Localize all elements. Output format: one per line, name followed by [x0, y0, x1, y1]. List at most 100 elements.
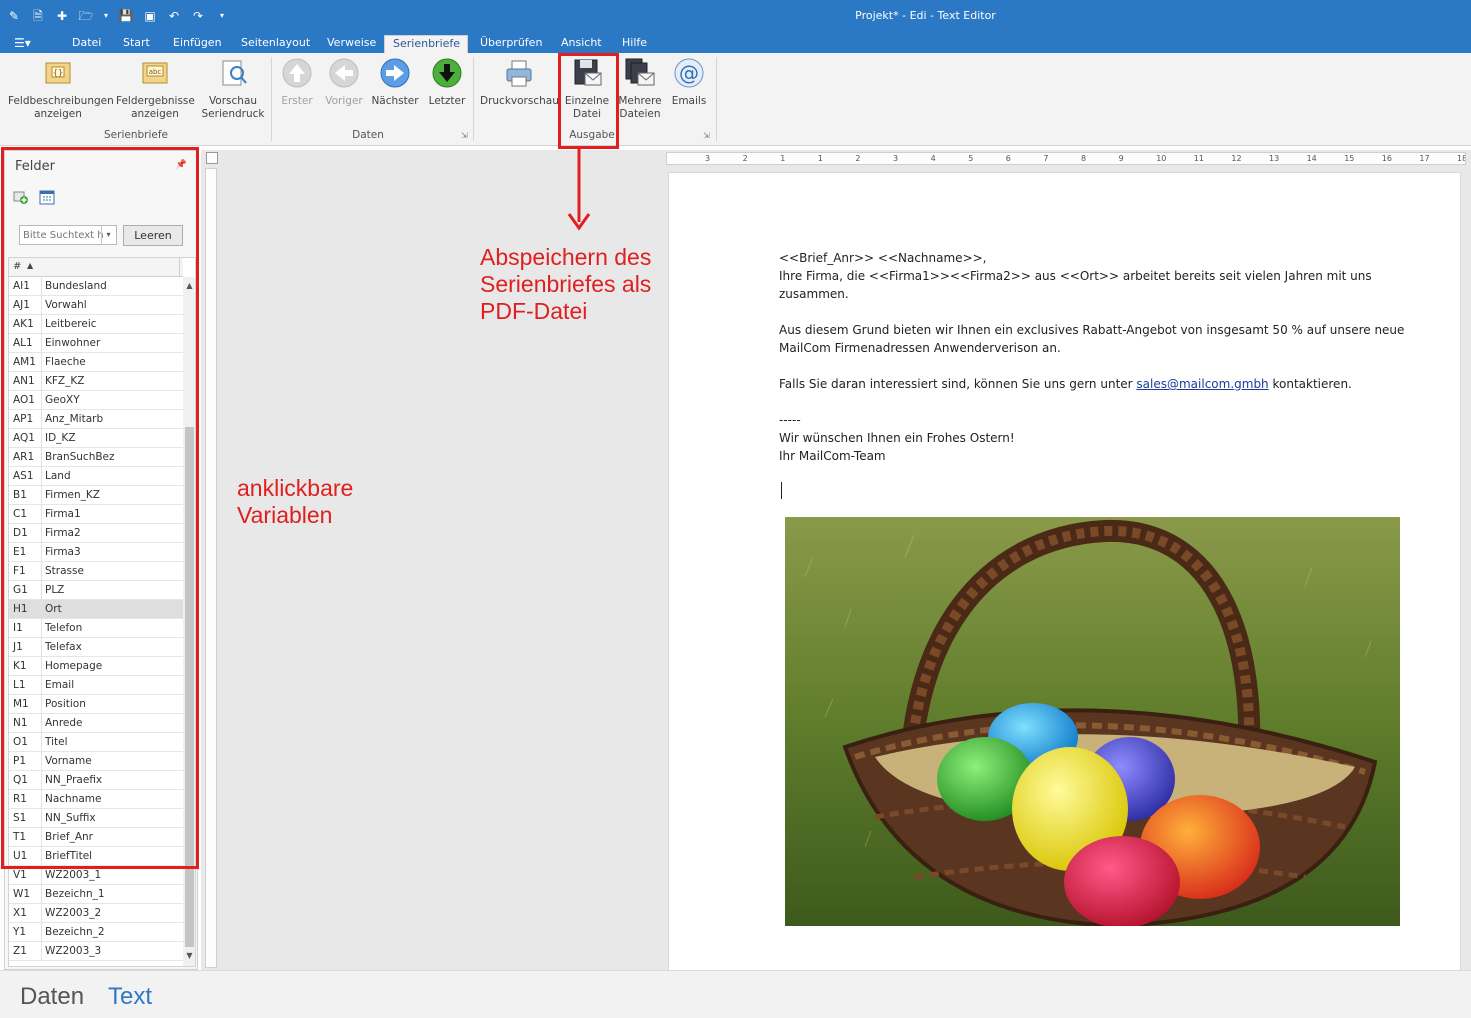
- horizontal-ruler[interactable]: 321123456789101112131415161718: [666, 152, 1466, 165]
- doc-line: Ihre Firma, die <<Firma1>><<Firma2>> aus…: [779, 269, 1372, 283]
- tab-ansicht[interactable]: Ansicht: [553, 35, 610, 53]
- ruler-number: 2: [742, 154, 748, 163]
- scroll-down-icon[interactable]: ▼: [183, 949, 195, 963]
- field-name: WZ2003_1: [45, 869, 102, 881]
- field-code: X1: [13, 907, 27, 919]
- next-record-button[interactable]: Nächster: [370, 57, 420, 108]
- field-code: V1: [13, 869, 27, 881]
- email-link[interactable]: sales@mailcom.gmbh: [1136, 377, 1268, 391]
- doc-line: Wir wünschen Ihnen ein Frohes Ostern!: [779, 431, 1015, 445]
- view-tab-daten[interactable]: Daten: [20, 983, 84, 1011]
- first-record-button[interactable]: Erster: [278, 57, 316, 108]
- field-results-button[interactable]: abc Feldergebnisse anzeigen: [116, 57, 195, 121]
- annotation-arrow-icon: [567, 148, 591, 231]
- field-name: Bezeichn_2: [45, 926, 105, 938]
- field-name: Bezeichn_1: [45, 888, 105, 900]
- dialog-launcher-icon[interactable]: ⇲: [703, 131, 710, 140]
- ruler-number: 3: [705, 154, 711, 163]
- svg-text:{}: {}: [53, 68, 63, 77]
- merge-preview-button[interactable]: Vorschau Seriendruck: [200, 57, 266, 121]
- ruler-number: 12: [1231, 154, 1242, 163]
- field-row[interactable]: X1 WZ2003_2: [9, 904, 183, 923]
- document-text[interactable]: <<Brief_Anr>> <<Nachname>>, Ihre Firma, …: [779, 249, 1419, 465]
- tab-datei[interactable]: Datei: [64, 35, 109, 53]
- bottom-view-switcher: Daten Text: [0, 970, 1471, 1018]
- field-row[interactable]: W1 Bezeichn_1: [9, 885, 183, 904]
- doc-line: zusammen.: [779, 287, 849, 301]
- ruler-number: 6: [1005, 154, 1011, 163]
- field-row[interactable]: Y1 Bezeichn_2: [9, 923, 183, 942]
- ruler-number: 4: [930, 154, 936, 163]
- group-label-serienbriefe: Serienbriefe: [104, 129, 168, 141]
- field-name: WZ2003_3: [45, 945, 102, 957]
- column-divider: [41, 904, 42, 923]
- arrow-left-icon: [329, 58, 359, 88]
- tab-verweise[interactable]: Verweise: [319, 35, 384, 53]
- field-descriptions-icon: {}: [45, 62, 71, 84]
- previous-record-button[interactable]: Voriger: [324, 57, 364, 108]
- ribbon-tabs: ☰▾ Datei Start Einfügen Seitenlayout Ver…: [0, 33, 1471, 53]
- doc-line: MailCom Firmenadressen Anwenderverison a…: [779, 341, 1061, 355]
- dialog-launcher-icon[interactable]: ⇲: [461, 131, 468, 140]
- svg-text:abc: abc: [149, 68, 162, 76]
- svg-text:@: @: [679, 61, 699, 85]
- title-bar: ✎ 🗎 ✚ 🗁 ▾ 💾 ▣ ↶ ↷ ▾ Projekt* - Edi - Tex…: [0, 0, 1471, 33]
- doc-line: -----: [779, 413, 801, 427]
- ruler-corner[interactable]: [206, 152, 218, 164]
- ruler-number: 8: [1081, 154, 1087, 163]
- tab-ueberpruefen[interactable]: Überprüfen: [472, 35, 550, 53]
- printer-icon: [506, 60, 532, 87]
- arrow-down-icon: [432, 58, 462, 88]
- doc-line: Falls Sie daran interessiert sind, könne…: [779, 377, 1352, 391]
- ruler-number: 13: [1269, 154, 1280, 163]
- field-row[interactable]: Z1 WZ2003_3: [9, 942, 183, 961]
- ruler-number: 10: [1156, 154, 1167, 163]
- tab-start[interactable]: Start: [115, 35, 158, 53]
- annotation-variables: anklickbare Variablen: [237, 475, 354, 528]
- tab-seitenlayout[interactable]: Seitenlayout: [233, 35, 318, 53]
- print-preview-button[interactable]: Druckvorschau: [480, 57, 559, 108]
- ruler-number: 17: [1419, 154, 1430, 163]
- ruler-number: 11: [1193, 154, 1204, 163]
- tab-einfuegen[interactable]: Einfügen: [165, 35, 230, 53]
- vertical-ruler: [205, 168, 217, 968]
- field-code: Y1: [13, 926, 27, 938]
- ruler-number: 3: [893, 154, 899, 163]
- ruler-number: 18: [1457, 154, 1465, 163]
- window-title: Projekt* - Edi - Text Editor: [855, 9, 996, 22]
- field-code: Z1: [13, 945, 27, 957]
- ruler-number: 1: [817, 154, 823, 163]
- highlight-field-list: [1, 147, 199, 869]
- field-code: W1: [13, 888, 31, 900]
- multiple-files-button[interactable]: Mehrere Dateien: [616, 57, 664, 121]
- text-cursor: [781, 482, 782, 499]
- preview-icon: [222, 60, 247, 86]
- tab-serienbriefe[interactable]: Serienbriefe: [384, 35, 468, 53]
- field-results-icon: abc: [142, 62, 168, 84]
- last-record-button[interactable]: Letzter: [426, 57, 468, 108]
- column-divider: [41, 923, 42, 942]
- emails-button[interactable]: @ Emails: [670, 57, 708, 108]
- ruler-number: 5: [968, 154, 974, 163]
- group-separator: [271, 57, 272, 141]
- document-page[interactable]: <<Brief_Anr>> <<Nachname>>, Ihre Firma, …: [668, 172, 1461, 972]
- group-label-daten: Daten: [352, 129, 384, 141]
- multiple-files-icon: [625, 58, 655, 86]
- file-menu-icon[interactable]: ☰▾: [14, 35, 40, 51]
- field-descriptions-button[interactable]: {} Feldbeschreibungen anzeigen: [8, 57, 114, 121]
- easter-basket-image[interactable]: [785, 517, 1400, 926]
- arrow-up-icon: [282, 58, 312, 88]
- ruler-number: 15: [1344, 154, 1355, 163]
- column-divider: [41, 942, 42, 961]
- highlight-einzelne-datei: [558, 53, 619, 149]
- ruler-number: 2: [855, 154, 861, 163]
- tab-hilfe[interactable]: Hilfe: [614, 35, 655, 53]
- at-sign-icon: @: [674, 58, 704, 88]
- group-separator: [716, 57, 717, 141]
- ruler-number: 7: [1043, 154, 1049, 163]
- ruler-number: 14: [1306, 154, 1317, 163]
- view-tab-text[interactable]: Text: [108, 983, 152, 1011]
- ruler-number: 9: [1118, 154, 1124, 163]
- column-divider: [41, 885, 42, 904]
- doc-line: Ihr MailCom-Team: [779, 449, 886, 463]
